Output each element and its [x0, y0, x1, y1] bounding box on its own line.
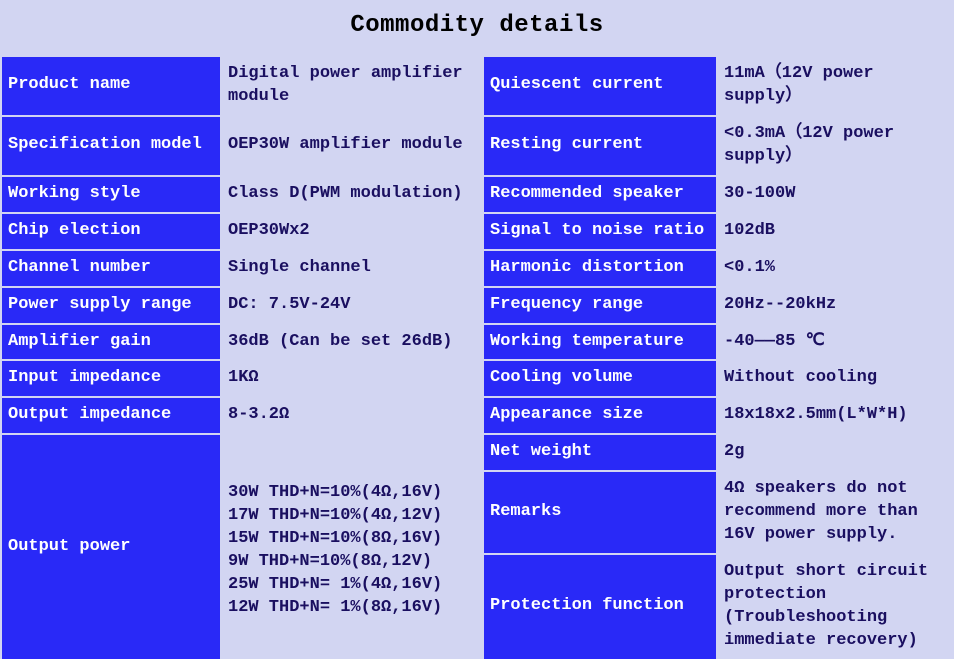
value-input-impedance: 1KΩ [222, 361, 482, 396]
value-amplifier-gain: 36dB (Can be set 26dB) [222, 325, 482, 360]
value-frequency-range: 20Hz--20kHz [718, 288, 952, 323]
value-resting-current: <0.3mA（12V power supply） [718, 117, 952, 175]
value-output-impedance: 8-3.2Ω [222, 398, 482, 433]
value-net-weight: 2g [718, 435, 952, 470]
value-working-temperature: -40——85 ℃ [718, 325, 952, 360]
value-cooling-volume: Without cooling [718, 361, 952, 396]
value-harmonic-distortion: <0.1% [718, 251, 952, 286]
label-harmonic-distortion: Harmonic distortion [484, 251, 716, 286]
value-specification-model: OEP30W amplifier module [222, 117, 482, 175]
label-working-style: Working style [2, 177, 220, 212]
label-quiescent-current: Quiescent current [484, 57, 716, 115]
value-output-power: 30W THD+N=10%(4Ω,16V) 17W THD+N=10%(4Ω,1… [222, 435, 482, 659]
label-working-temperature: Working temperature [484, 325, 716, 360]
label-channel-number: Channel number [2, 251, 220, 286]
value-working-style: Class D(PWM modulation) [222, 177, 482, 212]
label-power-supply-range: Power supply range [2, 288, 220, 323]
label-frequency-range: Frequency range [484, 288, 716, 323]
value-remarks: 4Ω speakers do not recommend more than 1… [718, 472, 952, 553]
label-signal-noise-ratio: Signal to noise ratio [484, 214, 716, 249]
label-net-weight: Net weight [484, 435, 716, 470]
label-protection-function: Protection function [484, 555, 716, 659]
label-appearance-size: Appearance size [484, 398, 716, 433]
value-power-supply-range: DC: 7.5V-24V [222, 288, 482, 323]
label-chip-election: Chip election [2, 214, 220, 249]
spec-table: Product name Digital power amplifier mod… [0, 57, 954, 659]
value-signal-noise-ratio: 102dB [718, 214, 952, 249]
label-input-impedance: Input impedance [2, 361, 220, 396]
value-appearance-size: 18x18x2.5mm(L*W*H) [718, 398, 952, 433]
value-channel-number: Single channel [222, 251, 482, 286]
value-protection-function: Output short circuit protection (Trouble… [718, 555, 952, 659]
label-output-impedance: Output impedance [2, 398, 220, 433]
label-cooling-volume: Cooling volume [484, 361, 716, 396]
label-specification-model: Specification model [2, 117, 220, 175]
value-recommended-speaker: 30-100W [718, 177, 952, 212]
label-amplifier-gain: Amplifier gain [2, 325, 220, 360]
value-chip-election: OEP30Wx2 [222, 214, 482, 249]
label-remarks: Remarks [484, 472, 716, 553]
label-resting-current: Resting current [484, 117, 716, 175]
label-product-name: Product name [2, 57, 220, 115]
label-recommended-speaker: Recommended speaker [484, 177, 716, 212]
value-quiescent-current: 11mA（12V power supply） [718, 57, 952, 115]
page-title: Commodity details [0, 0, 954, 57]
value-product-name: Digital power amplifier module [222, 57, 482, 115]
label-output-power: Output power [2, 435, 220, 659]
